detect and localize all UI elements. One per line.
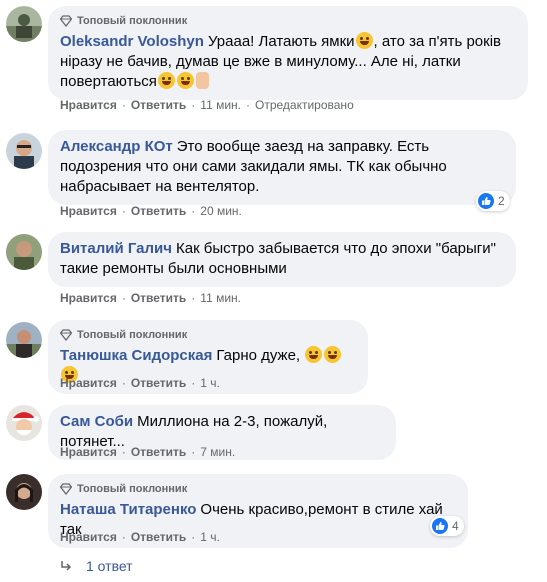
timestamp[interactable]: 11 мин. xyxy=(200,98,241,112)
avatar[interactable] xyxy=(6,6,42,42)
timestamp[interactable]: 11 мин. xyxy=(200,291,241,305)
avatar[interactable] xyxy=(6,133,42,169)
comment-text: Oleksandr Voloshyn Урааа! Латають ямки, а… xyxy=(60,32,502,90)
laughing-emoji-icon xyxy=(355,32,373,49)
like-button[interactable]: Нравится xyxy=(60,98,117,112)
like-button[interactable]: Нравится xyxy=(60,291,117,305)
timestamp[interactable]: 1 ч. xyxy=(200,530,220,544)
avatar[interactable] xyxy=(6,474,42,510)
comment-actions: Нравится · Ответить · 7 мин. xyxy=(60,445,236,459)
like-reaction-icon xyxy=(432,518,448,534)
reaction-count[interactable]: 4 xyxy=(430,516,464,536)
reply-button[interactable]: Ответить xyxy=(131,445,186,459)
thumbs-up-emoji-icon xyxy=(195,72,209,89)
author-name[interactable]: Сам Соби xyxy=(60,413,133,430)
top-fan-badge: Топовый поклонник xyxy=(60,481,456,497)
reaction-count[interactable]: 2 xyxy=(476,191,510,211)
diamond-icon xyxy=(60,483,72,495)
like-button[interactable]: Нравится xyxy=(60,445,117,459)
timestamp[interactable]: 7 мин. xyxy=(200,445,235,459)
comment-actions: Нравится · Ответить · 11 мин. xyxy=(60,291,241,305)
author-name[interactable]: Александр КОт xyxy=(60,138,173,155)
like-button[interactable]: Нравится xyxy=(60,376,117,390)
avatar[interactable] xyxy=(6,234,42,270)
author-name[interactable]: Наташа Титаренко xyxy=(60,501,196,518)
avatar[interactable] xyxy=(6,405,42,441)
top-fan-badge: Топовый поклонник xyxy=(60,13,516,29)
replies-count[interactable]: 1 ответ xyxy=(86,558,133,574)
author-name[interactable]: Танюшка Сидорская xyxy=(60,347,212,364)
reply-button[interactable]: Ответить xyxy=(131,376,186,390)
laughing-emoji-icon xyxy=(176,72,194,89)
like-reaction-icon xyxy=(478,193,494,209)
comment-text: Виталий Галич Как быстро забывается что д… xyxy=(60,240,496,277)
view-replies-link[interactable]: 1 ответ xyxy=(60,558,133,574)
comment-text: Александр КОт Это вообще заезд на заправк… xyxy=(60,138,447,195)
grinning-emoji-icon xyxy=(305,346,323,363)
author-name[interactable]: Oleksandr Voloshyn xyxy=(60,33,204,50)
reply-button[interactable]: Ответить xyxy=(131,204,186,218)
timestamp[interactable]: 1 ч. xyxy=(200,376,220,390)
reply-button[interactable]: Ответить xyxy=(131,98,186,112)
smirk-emoji-icon xyxy=(157,72,175,89)
edited-label[interactable]: Отредактировано xyxy=(255,98,354,112)
reply-button[interactable]: Ответить xyxy=(131,291,186,305)
reply-button[interactable]: Ответить xyxy=(131,530,186,544)
like-button[interactable]: Нравится xyxy=(60,204,117,218)
author-name[interactable]: Виталий Галич xyxy=(60,240,172,257)
comment-bubble: Александр КОт Это вообще заезд на заправк… xyxy=(48,130,516,205)
reply-arrow-icon xyxy=(61,561,72,571)
diamond-icon xyxy=(60,15,72,27)
like-button[interactable]: Нравится xyxy=(60,530,117,544)
comment-actions: Нравится · Ответить · 11 мин. · Отредакт… xyxy=(60,98,354,112)
comment-actions: Нравится · Ответить · 20 мин. xyxy=(60,204,242,218)
top-fan-badge: Топовый поклонник xyxy=(60,327,356,343)
comment-actions: Нравится · Ответить · 1 ч. xyxy=(60,530,220,544)
grinning-emoji-icon xyxy=(324,346,342,363)
timestamp[interactable]: 20 мин. xyxy=(200,204,242,218)
diamond-icon xyxy=(60,329,72,341)
comment-bubble: Топовый поклонник Oleksandr Voloshyn Ураа… xyxy=(48,6,528,100)
comment-actions: Нравится · Ответить · 1 ч. xyxy=(60,376,220,390)
comment-bubble: Виталий Галич Как быстро забывается что д… xyxy=(48,232,516,287)
avatar[interactable] xyxy=(6,322,42,358)
